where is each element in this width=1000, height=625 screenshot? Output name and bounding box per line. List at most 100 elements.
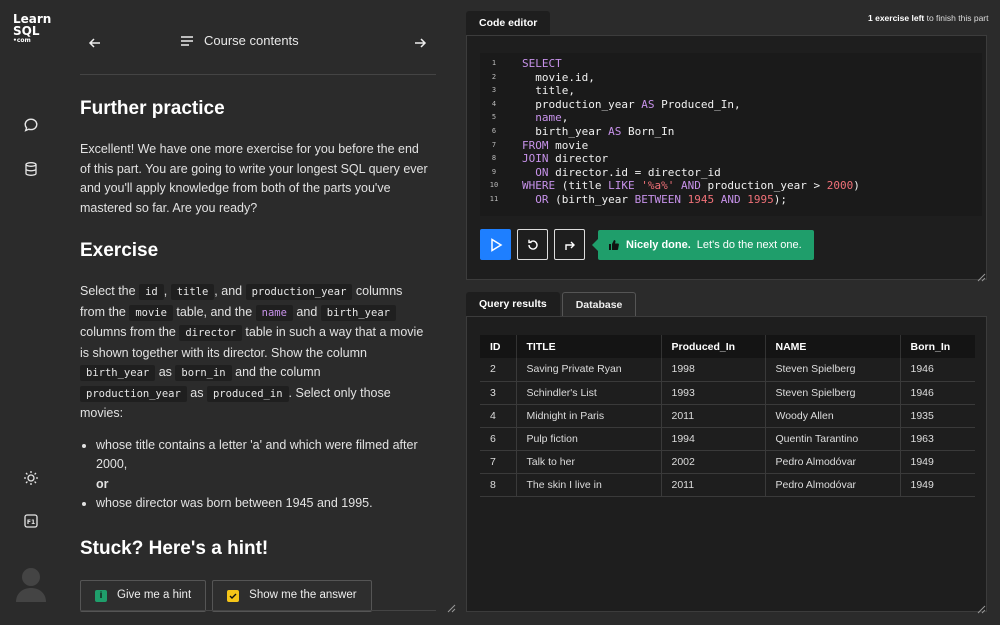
- line-numbers: 1 2 3 4 5 6 7 8 9 10 11: [480, 57, 508, 207]
- table-cell: 1949: [900, 473, 975, 497]
- code-production-year-2: production_year: [80, 385, 187, 402]
- lesson-bottom-divider: [80, 610, 436, 611]
- or-label: or: [96, 476, 109, 491]
- hint-heading: Stuck? Here's a hint!: [80, 537, 269, 559]
- resize-handle-icon[interactable]: [446, 600, 456, 613]
- reset-button[interactable]: [517, 229, 548, 260]
- info-icon: i: [95, 589, 107, 602]
- list-item: whose director was born between 1945 and…: [96, 494, 430, 514]
- give-hint-button[interactable]: i Give me a hint: [80, 579, 207, 612]
- lesson-nav-divider: [80, 0, 436, 75]
- line-number: 10: [489, 181, 499, 190]
- table-cell: The skin I live in: [516, 473, 662, 497]
- table-cell: Schindler's List: [516, 381, 662, 405]
- table-cell: Midnight in Paris: [516, 404, 662, 428]
- sql-code-editor[interactable]: 1 2 3 4 5 6 7 8 9 10 11 SELECT movie.id, title, pr…: [480, 53, 982, 216]
- table-row[interactable]: 6 Pulp fiction 1994 Quentin Tarantino 1963: [480, 427, 975, 451]
- table-row[interactable]: 4 Midnight in Paris 2011 Woody Allen 1935: [480, 404, 975, 428]
- chat-icon[interactable]: [20, 114, 42, 136]
- code-produced-in: produced_in: [206, 385, 289, 402]
- lesson-content: Further practice Excellent! We have one …: [80, 96, 430, 612]
- table-cell: 3: [480, 381, 517, 405]
- play-icon: [490, 237, 502, 252]
- reset-icon: [527, 239, 538, 250]
- resize-handle-icon[interactable]: [976, 269, 986, 282]
- toast-rest: Let's do the next one.: [696, 239, 802, 251]
- exercise-instructions: Select the id, title, and production_yea…: [80, 284, 424, 420]
- table-cell: 2002: [661, 450, 766, 474]
- results-table: ID TITLE Produced_In NAME Born_In 2 Saving Pr…: [480, 335, 975, 497]
- editor-tabs: Code editor: [466, 11, 551, 35]
- table-cell: Steven Spielberg: [765, 358, 901, 382]
- code-director: director: [179, 325, 242, 341]
- line-number: 2: [491, 72, 497, 81]
- list-item: whose title contains a letter 'a' and wh…: [96, 436, 430, 495]
- table-cell: Pedro Almodóvar: [765, 450, 901, 474]
- code-production-year: production_year: [245, 284, 353, 300]
- table-cell: Quentin Tarantino: [765, 427, 901, 451]
- table-row[interactable]: 3 Schindler's List 1993 Steven Spielberg 194…: [480, 381, 975, 405]
- table-cell: 1949: [900, 450, 975, 474]
- further-practice-heading: Further practice: [80, 98, 225, 119]
- column-header: ID: [480, 335, 517, 358]
- give-hint-label: Give me a hint: [117, 588, 192, 601]
- sql-code[interactable]: SELECT movie.id, title, production_year …: [522, 57, 860, 207]
- code-editor-panel: 1 2 3 4 5 6 7 8 9 10 11 SELECT movie.id, title, pr…: [466, 35, 987, 282]
- results-tabs: Query results Database: [466, 292, 637, 316]
- column-header: Produced_In: [661, 335, 766, 358]
- table-cell: 2011: [661, 473, 766, 497]
- column-header: TITLE: [516, 335, 662, 358]
- line-number: 6: [491, 126, 497, 135]
- theme-sun-icon[interactable]: [20, 467, 42, 489]
- table-cell: Talk to her: [516, 450, 662, 474]
- app-root: Learn SQL •com F1 Course contents Furthe…: [0, 0, 1000, 625]
- redo-button[interactable]: [554, 229, 585, 260]
- table-cell: 2011: [661, 404, 766, 428]
- tab-query-results[interactable]: Query results: [466, 292, 560, 316]
- table-cell: 2: [480, 358, 517, 382]
- logo-line-2: SQL: [13, 24, 40, 38]
- table-cell: 1935: [900, 404, 975, 428]
- table-header-row: ID TITLE Produced_In NAME Born_In: [480, 335, 975, 358]
- table-cell: 7: [480, 450, 517, 474]
- table-body: 2 Saving Private Ryan 1998 Steven Spielberg…: [480, 358, 975, 497]
- table-cell: Pedro Almodóvar: [765, 473, 901, 497]
- learnsql-logo[interactable]: Learn SQL •com: [13, 13, 51, 45]
- success-toast: Nicely done. Let's do the next one.: [592, 230, 814, 260]
- checkbox-icon: [227, 589, 240, 602]
- table-row[interactable]: 7 Talk to her 2002 Pedro Almodóvar 1949: [480, 450, 975, 474]
- table-cell: 8: [480, 473, 517, 497]
- hint-buttons: i Give me a hint Show me the answer: [80, 579, 430, 612]
- table-cell: 6: [480, 427, 517, 451]
- exercise-left-text: 1 exercise left to finish this part: [868, 13, 989, 23]
- code-title: title: [170, 284, 215, 300]
- table-cell: 1963: [900, 427, 975, 451]
- tab-database[interactable]: Database: [561, 292, 637, 316]
- table-row[interactable]: 8 The skin I live in 2011 Pedro Almodóvar 19…: [480, 473, 975, 497]
- code-birth-year-2: birth_year: [80, 365, 156, 381]
- thumbs-up-icon: [609, 240, 619, 250]
- table-cell: 1994: [661, 427, 766, 451]
- code-born-in: born_in: [175, 365, 232, 381]
- svg-text:F1: F1: [27, 519, 35, 526]
- code-movie: movie: [129, 304, 173, 321]
- line-number: 4: [491, 99, 497, 108]
- tab-code-editor[interactable]: Code editor: [466, 11, 551, 35]
- table-cell: Saving Private Ryan: [516, 358, 662, 382]
- code-birth-year: birth_year: [320, 304, 396, 321]
- resize-handle-icon[interactable]: [976, 601, 986, 614]
- show-answer-button[interactable]: Show me the answer: [212, 579, 372, 612]
- run-button[interactable]: [480, 229, 511, 260]
- line-number: 9: [491, 167, 497, 176]
- table-cell: 1998: [661, 358, 766, 382]
- f1-help-icon[interactable]: F1: [20, 510, 42, 532]
- redo-icon: [564, 241, 575, 250]
- table-cell: 1946: [900, 381, 975, 405]
- line-number: 1: [491, 59, 497, 67]
- table-cell: Woody Allen: [765, 404, 901, 428]
- table-cell: Steven Spielberg: [765, 381, 901, 405]
- avatar[interactable]: [14, 562, 48, 602]
- table-row[interactable]: 2 Saving Private Ryan 1998 Steven Spielberg…: [480, 358, 975, 382]
- database-icon[interactable]: [20, 158, 42, 180]
- intro-paragraph: Excellent! We have one more exercise for…: [80, 142, 428, 215]
